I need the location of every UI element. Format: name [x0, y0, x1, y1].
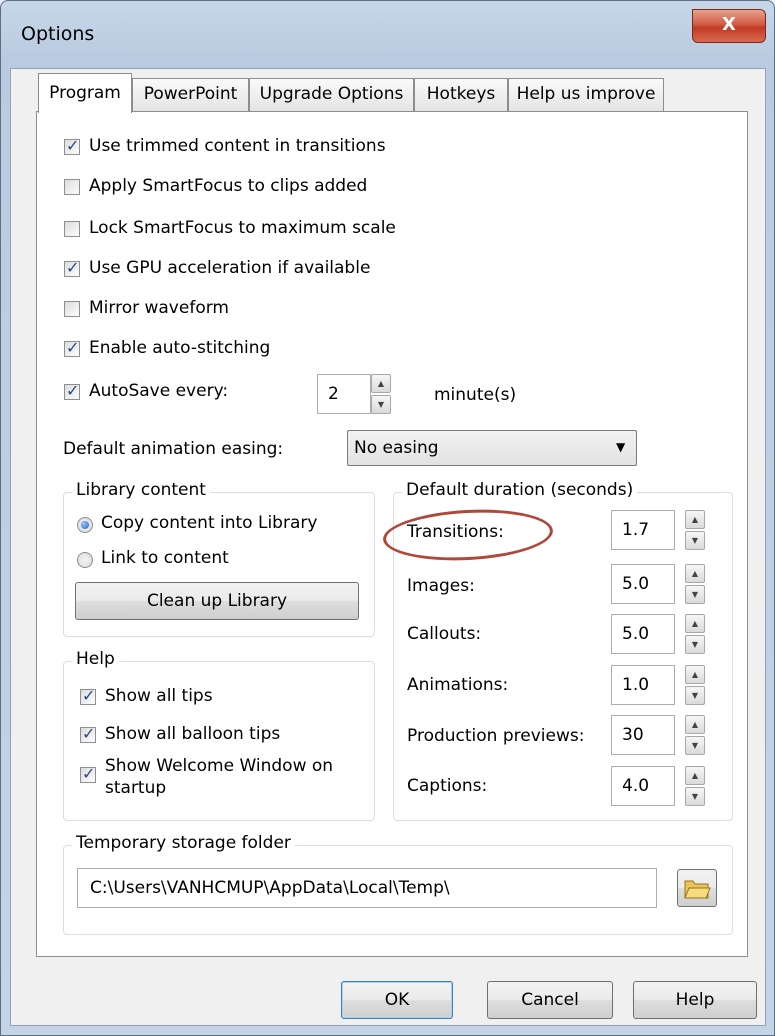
spin-down-icon[interactable]: ▼	[685, 787, 705, 806]
spin-up-icon[interactable]: ▲	[685, 665, 705, 684]
link-content-label: Link to content	[101, 548, 229, 568]
use-trimmed-content-checkbox[interactable]	[64, 136, 80, 155]
animations-label: Animations:	[407, 675, 509, 695]
gpu-acceleration-label: Use GPU acceleration if available	[89, 258, 371, 278]
spin-down-icon[interactable]: ▼	[685, 686, 705, 705]
mirror-waveform-label: Mirror waveform	[89, 298, 229, 318]
easing-selected-value: No easing	[354, 438, 439, 458]
captions-spinner[interactable]: ▲ ▼	[685, 766, 705, 806]
callouts-spinner[interactable]: ▲ ▼	[685, 614, 705, 654]
show-welcome-window-label-line2: startup	[105, 778, 167, 798]
apply-smartfocus-checkbox[interactable]	[64, 179, 80, 195]
images-label: Images:	[407, 576, 475, 596]
spin-up-icon[interactable]: ▲	[685, 766, 705, 785]
captions-label: Captions:	[407, 776, 488, 796]
chevron-down-icon: ▼	[616, 440, 626, 454]
link-content-radio[interactable]	[77, 552, 93, 568]
spin-down-icon[interactable]: ▼	[371, 395, 391, 414]
library-content-title: Library content	[72, 480, 210, 500]
gpu-acceleration-checkbox[interactable]	[64, 258, 80, 277]
tab-program[interactable]: Program	[38, 73, 132, 113]
tab-help-us-improve[interactable]: Help us improve	[508, 78, 664, 111]
browse-folder-button[interactable]	[677, 869, 717, 907]
easing-select[interactable]: No easing ▼	[347, 430, 637, 466]
production-previews-spinner[interactable]: ▲ ▼	[685, 715, 705, 755]
folder-icon	[684, 880, 711, 899]
tab-upgrade-options[interactable]: Upgrade Options	[249, 78, 414, 111]
show-balloon-tips-label: Show all balloon tips	[105, 724, 281, 744]
help-group-title: Help	[72, 649, 119, 669]
transitions-input[interactable]: 1.7	[611, 510, 675, 550]
apply-smartfocus-label: Apply SmartFocus to clips added	[89, 176, 368, 196]
ok-button[interactable]: OK	[341, 981, 453, 1019]
easing-label: Default animation easing:	[63, 439, 284, 459]
copy-content-radio[interactable]	[77, 517, 93, 533]
spin-down-icon[interactable]: ▼	[685, 585, 705, 604]
temp-storage-path-input[interactable]: C:\Users\VANHCMUP\AppData\Local\Temp\	[77, 868, 657, 908]
spin-up-icon[interactable]: ▲	[685, 564, 705, 583]
window-title: Options	[21, 23, 95, 45]
show-balloon-tips-checkbox[interactable]	[80, 724, 96, 743]
captions-input[interactable]: 4.0	[611, 766, 675, 806]
images-spinner[interactable]: ▲ ▼	[685, 564, 705, 604]
show-all-tips-label: Show all tips	[105, 686, 213, 706]
cancel-button[interactable]: Cancel	[487, 981, 613, 1019]
temp-storage-title: Temporary storage folder	[72, 833, 295, 853]
spin-up-icon[interactable]: ▲	[685, 715, 705, 734]
images-input[interactable]: 5.0	[611, 564, 675, 604]
auto-stitching-checkbox[interactable]	[64, 338, 80, 357]
close-button[interactable]: X	[692, 9, 766, 43]
autosave-label: AutoSave every:	[89, 381, 229, 401]
auto-stitching-label: Enable auto-stitching	[89, 338, 271, 358]
spin-up-icon[interactable]: ▲	[685, 614, 705, 633]
autosave-minutes-input[interactable]: 2	[317, 374, 371, 414]
default-duration-title: Default duration (seconds)	[402, 480, 638, 500]
mirror-waveform-checkbox[interactable]	[64, 301, 80, 317]
autosave-spinner[interactable]: ▲ ▼	[371, 374, 391, 414]
clean-up-library-button[interactable]: Clean up Library	[75, 582, 359, 620]
production-previews-input[interactable]: 30	[611, 715, 675, 755]
lock-smartfocus-checkbox[interactable]	[64, 221, 80, 237]
spin-up-icon[interactable]: ▲	[685, 510, 705, 529]
tab-hotkeys[interactable]: Hotkeys	[414, 78, 508, 111]
callouts-label: Callouts:	[407, 624, 482, 644]
spin-up-icon[interactable]: ▲	[371, 374, 391, 393]
animations-spinner[interactable]: ▲ ▼	[685, 665, 705, 705]
copy-content-label: Copy content into Library	[101, 513, 318, 533]
autosave-checkbox[interactable]	[64, 381, 80, 400]
help-button[interactable]: Help	[633, 981, 757, 1019]
spin-down-icon[interactable]: ▼	[685, 531, 705, 550]
animations-input[interactable]: 1.0	[611, 665, 675, 705]
spin-down-icon[interactable]: ▼	[685, 736, 705, 755]
tab-powerpoint[interactable]: PowerPoint	[132, 78, 249, 111]
autosave-unit-label: minute(s)	[434, 385, 517, 405]
title-bar[interactable]: Options X	[1, 1, 775, 69]
show-all-tips-checkbox[interactable]	[80, 686, 96, 705]
production-previews-label: Production previews:	[407, 726, 585, 746]
callouts-input[interactable]: 5.0	[611, 614, 675, 654]
spin-down-icon[interactable]: ▼	[685, 635, 705, 654]
lock-smartfocus-label: Lock SmartFocus to maximum scale	[89, 218, 396, 238]
show-welcome-window-checkbox[interactable]	[80, 764, 96, 783]
use-trimmed-content-label: Use trimmed content in transitions	[89, 136, 386, 156]
show-welcome-window-label-line1: Show Welcome Window on	[105, 756, 334, 776]
transitions-spinner[interactable]: ▲ ▼	[685, 510, 705, 550]
